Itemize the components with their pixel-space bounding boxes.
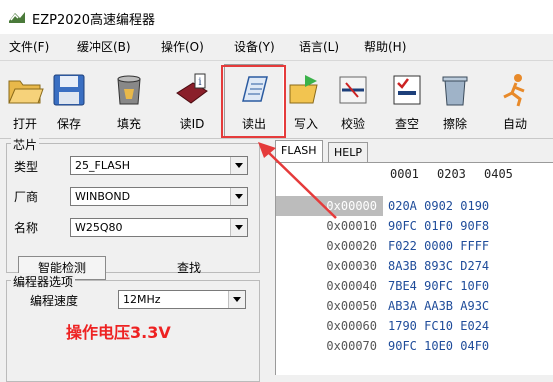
verify-icon [339, 76, 367, 104]
hex-header: 0001 0203 0405 [276, 163, 553, 187]
programmer-options-title: 编程器选项 [11, 273, 76, 290]
read-id-button[interactable]: i 读ID [163, 64, 221, 137]
floppy-disk-icon [53, 74, 85, 106]
menu-help[interactable]: 帮助(H) [364, 38, 406, 55]
verify-button[interactable]: 校验 [330, 64, 376, 137]
hex-data[interactable]: 90FC 01F0 90F8 [388, 216, 489, 236]
tab-help[interactable]: HELP [328, 142, 368, 163]
trash-can-icon [442, 76, 468, 106]
operating-voltage: 操作电压3.3V [66, 323, 171, 342]
vendor-label: 厂商 [14, 190, 39, 204]
read-highlight-frame [221, 65, 286, 138]
vendor-select[interactable]: WINBOND [70, 187, 248, 206]
menu-language[interactable]: 语言(L) [299, 38, 339, 55]
find-button[interactable]: 查找 [145, 256, 233, 280]
hex-data[interactable]: AB3A AA3B A93C [388, 296, 489, 316]
svg-text:i: i [198, 77, 201, 88]
hex-row[interactable]: 0x00010 90FC 01F0 90F8 [276, 216, 553, 236]
menu-device[interactable]: 设备(Y) [234, 38, 275, 55]
name-select[interactable]: W25Q80 [70, 218, 248, 237]
fill-bucket-icon [117, 75, 141, 105]
hex-col-header: 0001 [390, 167, 419, 181]
write-button[interactable]: 写入 [286, 64, 326, 137]
hex-data[interactable]: 020A 0902 0190 [388, 196, 489, 216]
chevron-down-icon[interactable] [230, 219, 247, 236]
chevron-down-icon[interactable] [230, 188, 247, 205]
hex-address: 0x00000 [276, 196, 383, 216]
erase-button[interactable]: 擦除 [432, 64, 478, 137]
chip-group-title: 芯片 [11, 136, 40, 153]
hex-address: 0x00040 [326, 279, 377, 293]
chevron-down-icon[interactable] [230, 157, 247, 174]
save-button[interactable]: 保存 [46, 64, 92, 137]
hex-row[interactable]: 0x00040 7BE4 90FC 10F0 [276, 276, 553, 296]
hex-address: 0x00060 [326, 319, 377, 333]
hex-address: 0x00010 [326, 219, 377, 233]
hex-data[interactable]: F022 0000 FFFF [388, 236, 489, 256]
menu-bar: 文件(F) 缓冲区(B) 操作(O) 设备(Y) 语言(L) 帮助(H) [0, 34, 553, 58]
hex-row[interactable]: 0x00000 020A 0902 0190 [276, 196, 553, 216]
hex-data[interactable]: 7BE4 90FC 10F0 [388, 276, 489, 296]
app-logo-icon [9, 12, 25, 23]
speed-select[interactable]: 12MHz [118, 290, 246, 309]
hex-data[interactable]: 1790 FC10 E024 [388, 316, 489, 336]
title-bar: EZP2020高速编程器 [0, 0, 553, 34]
menu-operation[interactable]: 操作(O) [161, 38, 204, 55]
hex-col-header: 0405 [484, 167, 513, 181]
tab-flash[interactable]: FLASH [275, 140, 323, 163]
folder-open-icon [8, 80, 44, 104]
hex-row[interactable]: 0x00020 F022 0000 FFFF [276, 236, 553, 256]
window-title: EZP2020高速编程器 [32, 13, 156, 28]
hex-address: 0x00070 [326, 339, 377, 353]
hex-row[interactable]: 0x00060 1790 FC10 E024 [276, 316, 553, 336]
menu-file[interactable]: 文件(F) [9, 38, 49, 55]
type-select[interactable]: 25_FLASH [70, 156, 248, 175]
running-man-icon [503, 74, 525, 107]
hex-address: 0x00020 [326, 239, 377, 253]
auto-button[interactable]: 自动 [492, 64, 538, 137]
hex-data[interactable]: 90FC 10E0 04F0 [388, 336, 489, 356]
blank-check-button[interactable]: 查空 [384, 64, 430, 137]
chevron-down-icon[interactable] [228, 291, 245, 308]
hex-row[interactable]: 0x00050 AB3A AA3B A93C [276, 296, 553, 316]
hex-row[interactable]: 0x00030 8A3B 893C D274 [276, 256, 553, 276]
info-book-icon: i [176, 73, 208, 104]
hex-address: 0x00050 [326, 299, 377, 313]
hex-row[interactable]: 0x00070 90FC 10E0 04F0 [276, 336, 553, 356]
fill-button[interactable]: 填充 [100, 64, 158, 137]
hex-col-header: 0203 [437, 167, 466, 181]
speed-label: 编程速度 [30, 294, 79, 308]
type-label: 类型 [14, 160, 39, 174]
open-button[interactable]: 打开 [2, 64, 48, 137]
name-label: 名称 [14, 221, 39, 235]
hex-data[interactable]: 8A3B 893C D274 [388, 256, 489, 276]
write-folder-icon [289, 75, 318, 104]
hex-view[interactable]: 0001 0203 0405 0x00000 020A 0902 0190 0x00… [275, 162, 553, 375]
blank-check-icon [393, 75, 421, 105]
hex-address: 0x00030 [326, 259, 377, 273]
menu-buffer[interactable]: 缓冲区(B) [77, 38, 131, 55]
